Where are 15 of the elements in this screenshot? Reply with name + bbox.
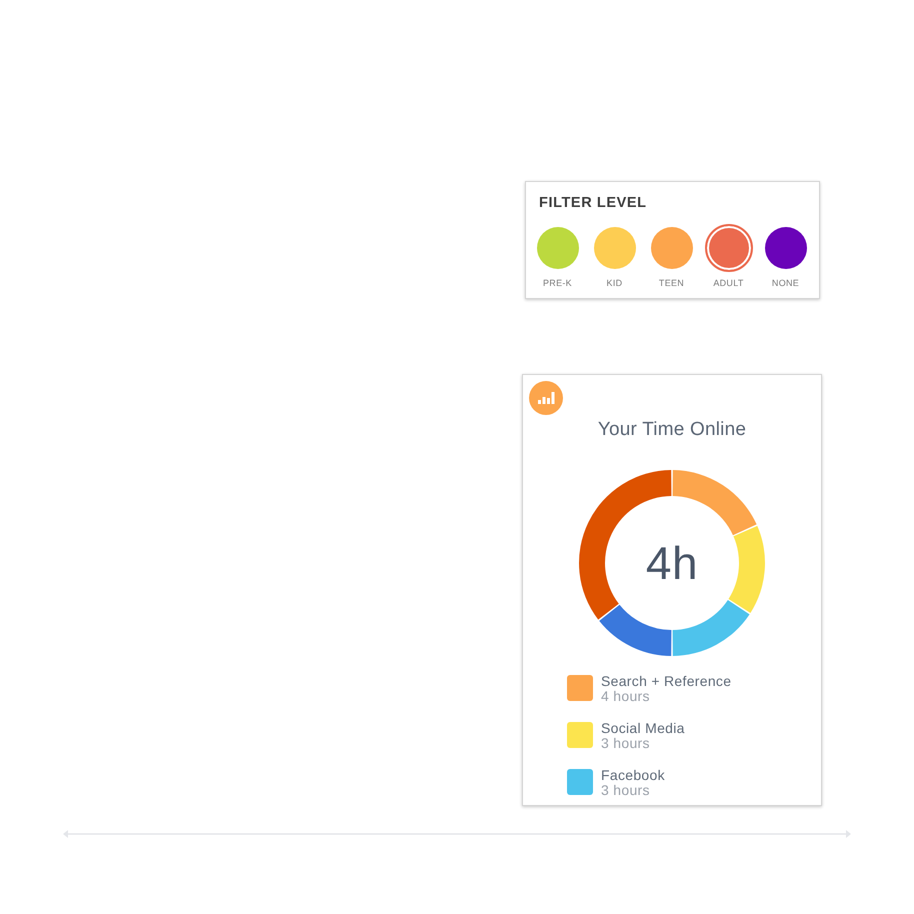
legend-hours: 3 hours: [601, 783, 651, 798]
filter-level-title: FILTER LEVEL: [539, 195, 647, 211]
legend-category: Social Media: [601, 721, 685, 736]
total-time-value: 4h: [646, 538, 698, 588]
legend-category: Search + Reference: [601, 674, 732, 689]
filter-level-option[interactable]: ADULT: [700, 224, 757, 289]
filter-level-option[interactable]: TEEN: [643, 224, 700, 289]
filter-level-option[interactable]: KID: [586, 224, 643, 289]
bar-chart-icon: [529, 381, 563, 415]
legend-category: Facebook: [601, 768, 665, 783]
filter-level-option[interactable]: PRE-K: [529, 224, 586, 289]
legend-hours: 3 hours: [601, 736, 651, 751]
card-title: Your Time Online: [598, 419, 746, 441]
filter-level-option[interactable]: NONE: [757, 224, 814, 289]
legend-hours: 4 hours: [601, 689, 651, 704]
